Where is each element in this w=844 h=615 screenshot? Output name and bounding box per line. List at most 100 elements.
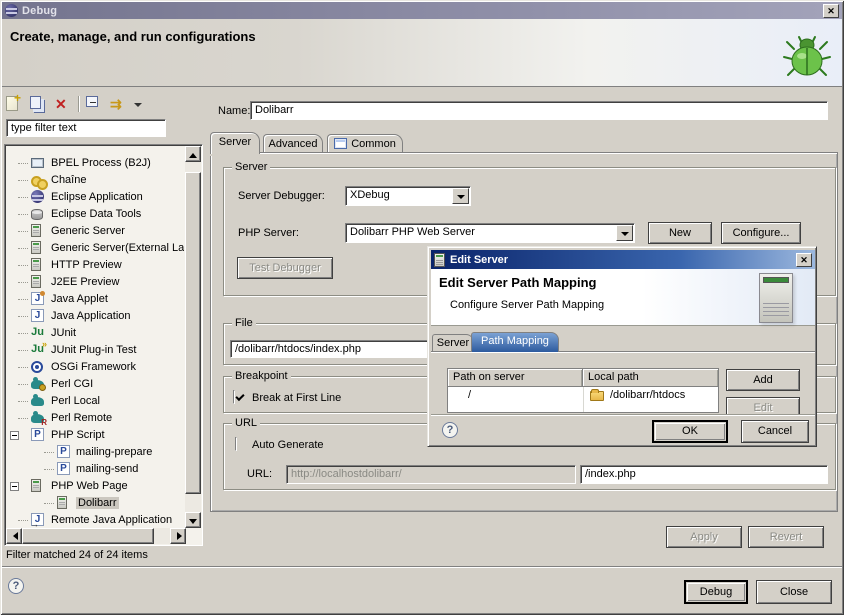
apply-button[interactable]: Apply — [666, 526, 742, 548]
tree-item-j2ee-preview[interactable]: J2EE Preview — [6, 274, 184, 291]
server-icon — [57, 496, 67, 509]
tree-item-chaine[interactable]: Chaîne — [6, 172, 184, 189]
collapse-expander-icon[interactable] — [10, 482, 19, 491]
tree-item-generic-server[interactable]: Generic Server — [6, 223, 184, 240]
tree-item-http-preview[interactable]: HTTP Preview — [6, 257, 184, 274]
tree-toolbar — [6, 93, 196, 115]
break-first-line-label: Break at First Line — [252, 392, 341, 404]
tree-item-generic-server-external[interactable]: Generic Server(External La — [6, 240, 184, 257]
name-label: Name: — [218, 105, 250, 117]
server-icon — [31, 275, 41, 288]
tree-item-php-web-page[interactable]: PHP Web Page — [6, 478, 184, 495]
delete-icon[interactable] — [54, 96, 71, 113]
configurations-tree: BPEL Process (B2J) Chaîne Eclipse Applic… — [4, 144, 203, 546]
cancel-button[interactable]: Cancel — [741, 420, 809, 443]
dialog-tab-server[interactable]: Server — [432, 334, 474, 352]
ok-button[interactable]: OK — [652, 420, 728, 443]
help-icon[interactable]: ? — [8, 578, 24, 594]
column-header-path-on-server[interactable]: Path on server — [448, 369, 583, 387]
chevron-down-icon[interactable] — [452, 188, 469, 204]
perl-camel-icon — [31, 380, 44, 389]
tree-item-junit-plugin-test[interactable]: JuJUnit Plug-in Test — [6, 342, 184, 359]
server-icon — [434, 253, 445, 267]
break-first-line-checkbox[interactable] — [233, 390, 235, 404]
tree-item-remote-java-application[interactable]: JRemote Java Application — [6, 512, 184, 527]
table-row[interactable]: / /dolibarr/htdocs — [448, 387, 718, 404]
filter-input[interactable]: type filter text — [6, 119, 166, 137]
php-icon: P — [57, 462, 70, 475]
url-path-input[interactable]: /index.php — [580, 465, 828, 484]
url-group-title: URL — [232, 417, 260, 429]
add-mapping-button[interactable]: Add — [726, 369, 800, 391]
scroll-left-icon[interactable] — [6, 528, 22, 544]
file-group-title: File — [232, 317, 256, 329]
title-bar[interactable]: Debug ✕ — [2, 2, 842, 19]
footer-divider — [2, 566, 842, 568]
tree-item-dolibarr[interactable]: Dolibarr — [6, 495, 184, 512]
tree-item-mailing-prepare[interactable]: Pmailing-prepare — [6, 444, 184, 461]
server-debugger-label: Server Debugger: — [238, 190, 325, 202]
tree-item-osgi-framework[interactable]: OSGi Framework — [6, 359, 184, 376]
tab-server[interactable]: Server — [210, 132, 260, 154]
scroll-up-icon[interactable] — [185, 146, 201, 162]
page-title: Create, manage, and run configurations — [10, 29, 256, 44]
server-icon — [31, 241, 41, 254]
server-icon — [31, 258, 41, 271]
collapse-all-icon[interactable] — [86, 96, 103, 113]
debug-button[interactable]: Debug — [684, 580, 748, 604]
tree-item-eclipse-application[interactable]: Eclipse Application — [6, 189, 184, 206]
tree-item-eclipse-data-tools[interactable]: Eclipse Data Tools — [6, 206, 184, 223]
edit-server-title: Edit Server — [450, 254, 508, 266]
new-configuration-icon[interactable] — [6, 96, 23, 113]
server-debugger-select[interactable]: XDebug — [345, 186, 471, 206]
debug-bug-icon — [782, 35, 832, 81]
scrollbar-thumb[interactable] — [22, 528, 154, 544]
auto-generate-checkbox[interactable] — [235, 437, 237, 451]
tree-item-perl-remote[interactable]: Perl Remote — [6, 410, 184, 427]
filter-status-text: Filter matched 24 of 24 items — [6, 549, 148, 561]
window-close-button[interactable]: ✕ — [823, 4, 839, 18]
edit-server-title-bar[interactable]: Edit Server ✕ — [431, 250, 815, 269]
tree-horizontal-scrollbar[interactable] — [6, 528, 186, 544]
collapse-expander-icon[interactable] — [10, 431, 19, 440]
tree-item-java-applet[interactable]: JJava Applet — [6, 291, 184, 308]
configure-button[interactable]: Configure... — [721, 222, 801, 244]
dialog-close-button[interactable]: ✕ — [796, 253, 812, 267]
tree-vertical-scrollbar[interactable] — [185, 146, 201, 528]
edit-server-dialog: Edit Server ✕ Edit Server Path Mapping C… — [427, 246, 817, 447]
eclipse-logo-icon — [5, 4, 18, 17]
tab-common[interactable]: Common — [327, 134, 403, 153]
remote-java-icon: J — [31, 513, 44, 526]
filter-icon[interactable] — [110, 96, 127, 113]
tree-item-perl-local[interactable]: Perl Local — [6, 393, 184, 410]
tree-item-junit[interactable]: JuJUnit — [6, 325, 184, 342]
auto-generate-label: Auto Generate — [252, 439, 324, 451]
tab-advanced[interactable]: Advanced — [263, 134, 323, 153]
scrollbar-thumb[interactable] — [185, 172, 201, 494]
chevron-down-icon[interactable] — [616, 225, 633, 241]
tree-item-mailing-send[interactable]: Pmailing-send — [6, 461, 184, 478]
new-server-button[interactable]: New — [648, 222, 712, 244]
php-icon: P — [31, 428, 44, 441]
dialog-tab-path-mapping[interactable]: Path Mapping — [471, 332, 559, 352]
junit-plugin-icon: Ju — [31, 343, 44, 356]
scroll-right-icon[interactable] — [170, 528, 186, 544]
tree-item-java-application[interactable]: JJava Application — [6, 308, 184, 325]
toolbar-menu-arrow-icon[interactable] — [134, 96, 144, 113]
tree-item-php-script[interactable]: PPHP Script — [6, 427, 184, 444]
duplicate-icon[interactable] — [30, 96, 47, 113]
column-header-local-path[interactable]: Local path — [583, 369, 718, 387]
revert-button[interactable]: Revert — [748, 526, 824, 548]
osgi-target-icon — [31, 361, 43, 373]
php-server-select[interactable]: Dolibarr PHP Web Server — [345, 223, 635, 243]
url-base-input: http://localhostdolibarr/ — [286, 465, 576, 484]
scroll-down-icon[interactable] — [185, 512, 201, 528]
bpel-icon — [31, 158, 44, 168]
name-input[interactable]: Dolibarr — [250, 101, 828, 120]
tree-item-bpel-process[interactable]: BPEL Process (B2J) — [6, 155, 184, 172]
server-tower-image — [759, 273, 793, 323]
close-button[interactable]: Close — [756, 580, 832, 604]
dialog-help-icon[interactable]: ? — [442, 422, 458, 438]
test-debugger-button[interactable]: Test Debugger — [237, 257, 333, 279]
tree-item-perl-cgi[interactable]: Perl CGI — [6, 376, 184, 393]
